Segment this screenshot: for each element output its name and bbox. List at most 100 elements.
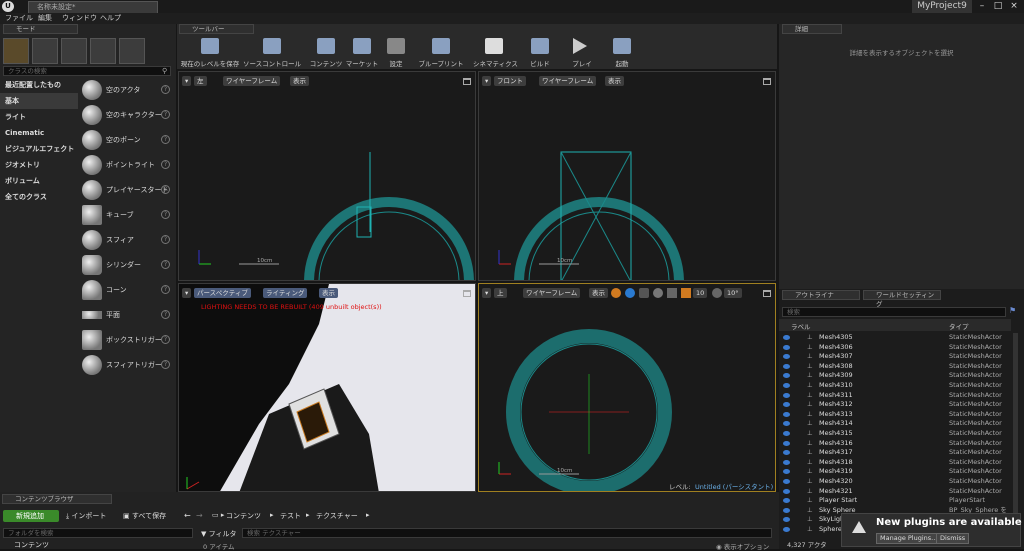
visibility-eye-icon[interactable] — [783, 488, 790, 494]
world-settings-tab[interactable]: ワールドセッティング — [863, 290, 941, 308]
source-control-button[interactable]: ソースコントロール — [243, 38, 301, 68]
outliner-scrollbar[interactable] — [1013, 333, 1018, 533]
dismiss-button[interactable]: Dismiss — [936, 533, 970, 544]
visibility-eye-icon[interactable] — [783, 344, 790, 350]
visibility-eye-icon[interactable] — [783, 383, 790, 388]
outliner-row[interactable]: ⊥ Mesh4307 StaticMeshActor — [779, 352, 1011, 362]
outliner-row[interactable]: ⊥ Mesh4312 StaticMeshActor — [779, 400, 1011, 410]
help-icon[interactable]: ? — [161, 360, 170, 369]
geometry-mode-icon[interactable] — [119, 38, 145, 64]
place-item[interactable]: シリンダー? — [80, 253, 174, 277]
outliner-row[interactable]: ⊥ Mesh4321 StaticMeshActor — [779, 487, 1011, 497]
outliner-row[interactable]: ⊥ Mesh4319 StaticMeshActor — [779, 467, 1011, 477]
play-button[interactable]: プレイ — [567, 38, 597, 68]
outliner-row[interactable]: ⊥ Mesh4314 StaticMeshActor — [779, 419, 1011, 429]
blueprints-button[interactable]: ブループリント — [417, 38, 465, 68]
level-document-tab[interactable]: 名称未設定* — [28, 1, 158, 13]
visibility-eye-icon[interactable] — [783, 450, 790, 456]
manage-plugins-button[interactable]: Manage Plugins... — [876, 533, 942, 544]
help-icon[interactable]: ? — [161, 335, 170, 344]
maximize-button[interactable]: □ — [991, 0, 1005, 12]
build-button[interactable]: ビルド — [525, 38, 555, 68]
visibility-eye-icon[interactable] — [783, 459, 790, 465]
forward-icon[interactable]: → — [196, 511, 203, 520]
viewport-menu-button[interactable]: ▾ — [182, 288, 191, 298]
breadcrumb-content[interactable]: コンテンツ — [226, 511, 261, 521]
category-cinematic[interactable]: Cinematic — [0, 125, 78, 141]
help-icon[interactable]: ? — [161, 210, 170, 219]
visibility-eye-icon[interactable] — [783, 507, 790, 513]
folder-search-input[interactable]: フォルダを検索 — [3, 528, 193, 538]
close-button[interactable]: × — [1007, 0, 1021, 12]
outliner-row[interactable]: ⊥ Mesh4308 StaticMeshActor — [779, 362, 1011, 372]
visibility-eye-icon[interactable] — [783, 392, 790, 398]
type-column-header[interactable]: タイプ — [949, 321, 969, 331]
place-item[interactable]: スフィアトリガー? — [80, 353, 174, 377]
details-tab[interactable]: 詳細 — [782, 24, 842, 34]
visibility-eye-icon[interactable] — [783, 363, 790, 369]
import-button[interactable]: ⤓ インポート — [66, 511, 106, 521]
filter-button[interactable]: ▼ フィルタ — [201, 529, 236, 539]
place-item[interactable]: 平面? — [80, 303, 174, 327]
show-button[interactable]: 表示 — [319, 288, 338, 298]
category-basic[interactable]: 基本 — [0, 93, 78, 109]
help-icon[interactable]: ? — [161, 160, 170, 169]
visibility-eye-icon[interactable] — [783, 431, 790, 436]
level-name[interactable]: Untitled (パーシスタント) — [695, 481, 773, 491]
help-icon[interactable]: ? — [161, 135, 170, 144]
view-mode-button[interactable]: ライティング — [263, 288, 308, 298]
back-icon[interactable]: ← — [184, 511, 191, 520]
outliner-row[interactable]: ⊥ Mesh4315 StaticMeshActor — [779, 429, 1011, 439]
category-lights[interactable]: ライト — [0, 109, 78, 125]
menu-edit[interactable]: 編集 — [38, 13, 52, 24]
content-button[interactable]: コンテンツ — [309, 38, 343, 68]
category-volumes[interactable]: ボリューム — [0, 173, 78, 189]
minimize-button[interactable]: – — [975, 0, 989, 12]
outliner-row[interactable]: ⊥ Mesh4306 StaticMeshActor — [779, 343, 1011, 353]
add-new-button[interactable]: 新規追加 — [3, 510, 59, 522]
category-geometry[interactable]: ジオメトリ — [0, 157, 78, 173]
visibility-eye-icon[interactable] — [783, 373, 790, 379]
view-options-button[interactable]: ◉ 表示オプション — [716, 541, 769, 551]
outliner-row[interactable]: ⊥ Player Start PlayerStart — [779, 496, 1011, 506]
visibility-eye-icon[interactable] — [783, 411, 790, 417]
outliner-row[interactable]: ⊥ Mesh4309 StaticMeshActor — [779, 371, 1011, 381]
settings-button[interactable]: 設定 — [381, 38, 411, 68]
viewport-top[interactable]: ▾ 上 ワイヤーフレーム 表示 10 10° 10cm レベル: Untitle… — [478, 283, 776, 492]
place-mode-icon[interactable] — [3, 38, 29, 64]
visibility-eye-icon[interactable] — [783, 527, 790, 532]
outliner-tab[interactable]: アウトライナ — [782, 290, 860, 300]
help-icon[interactable]: ? — [161, 260, 170, 269]
help-icon[interactable]: ? — [161, 185, 170, 194]
outliner-row[interactable]: ⊥ Mesh4320 StaticMeshActor — [779, 477, 1011, 487]
category-visual-effects[interactable]: ビジュアルエフェクト — [0, 141, 78, 157]
outliner-row[interactable]: ⊥ Mesh4316 StaticMeshActor — [779, 439, 1011, 449]
foliage-mode-icon[interactable] — [90, 38, 116, 64]
marketplace-button[interactable]: マーケット — [345, 38, 379, 68]
outliner-row[interactable]: ⊥ Mesh4310 StaticMeshActor — [779, 381, 1011, 391]
viewport-perspective[interactable]: ▾ パースペクティブ ライティング 表示 LIGHTING NEEDS TO B… — [178, 283, 476, 492]
modes-tab[interactable]: モード — [3, 24, 78, 34]
toolbar-tab[interactable]: ツールバー — [179, 24, 254, 34]
outliner-row[interactable]: ⊥ Mesh4305 StaticMeshActor — [779, 333, 1011, 343]
visibility-eye-icon[interactable] — [783, 517, 790, 523]
save-level-button[interactable]: 現在のレベルを保存 — [179, 38, 241, 68]
visibility-eye-icon[interactable] — [783, 469, 790, 475]
menu-file[interactable]: ファイル — [5, 13, 33, 24]
visibility-eye-icon[interactable] — [783, 440, 790, 446]
place-item[interactable]: コーン? — [80, 278, 174, 302]
category-recent[interactable]: 最近配置したもの — [0, 77, 78, 93]
outliner-row[interactable]: ⊥ Mesh4313 StaticMeshActor — [779, 410, 1011, 420]
help-icon[interactable]: ? — [161, 310, 170, 319]
label-column-header[interactable]: ラベル — [791, 321, 811, 331]
outliner-row[interactable]: ⊥ Mesh4318 StaticMeshActor — [779, 458, 1011, 468]
help-icon[interactable]: ? — [161, 235, 170, 244]
breadcrumb-test[interactable]: テスト — [280, 511, 301, 521]
menu-help[interactable]: ヘルプ — [100, 13, 121, 24]
view-type-button[interactable]: パースペクティブ — [194, 288, 251, 298]
landscape-mode-icon[interactable] — [61, 38, 87, 64]
help-icon[interactable]: ? — [161, 85, 170, 94]
visibility-eye-icon[interactable] — [783, 421, 790, 427]
place-item[interactable]: 空のアクタ? — [80, 78, 174, 102]
viewport-front[interactable]: ▾ フロント ワイヤーフレーム 表示 10cm — [478, 71, 776, 281]
